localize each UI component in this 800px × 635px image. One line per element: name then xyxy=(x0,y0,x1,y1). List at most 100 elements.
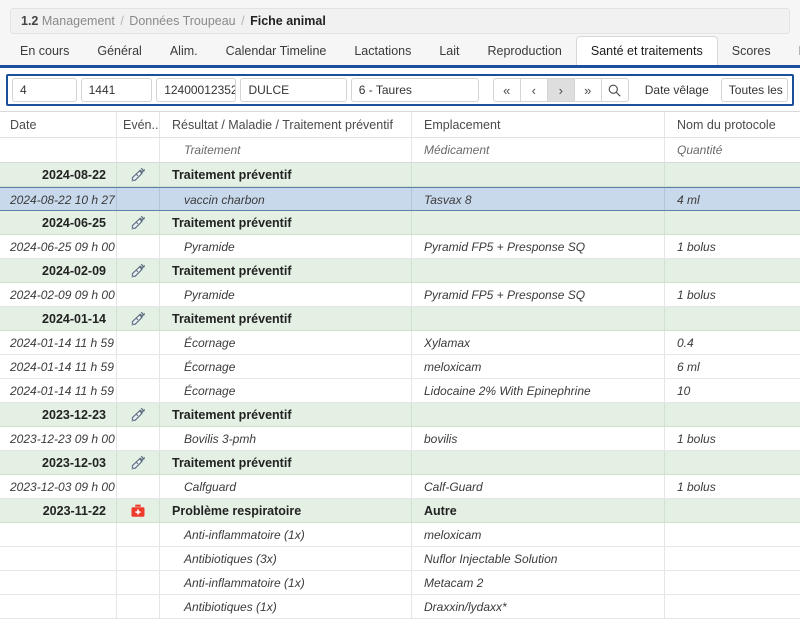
table-row[interactable]: 2024-01-14 11 h 59 Écornage meloxicam 6 ml xyxy=(0,355,800,379)
table-row[interactable]: 2024-01-14 11 h 59 Écornage Xylamax 0.4 xyxy=(0,331,800,355)
table-row[interactable]: 2023-12-23 Traitement préventif xyxy=(0,403,800,427)
row-quantity: 1 bolus xyxy=(677,432,716,446)
row-event-icon xyxy=(117,188,160,210)
tab-lactations[interactable]: Lactations xyxy=(340,37,425,65)
subheader-medicament: Médicament xyxy=(412,138,665,162)
row-treatment: Antibiotiques (1x) xyxy=(160,595,412,618)
tab-reproduction[interactable]: Reproduction xyxy=(474,37,576,65)
row-treatment: Pyramide xyxy=(160,235,412,258)
syringe-icon xyxy=(131,311,145,326)
column-header-emplacement[interactable]: Emplacement xyxy=(412,112,665,137)
row-treatment: Bovilis 3-pmh xyxy=(160,427,412,450)
table-row[interactable]: 2024-08-22 Traitement préventif xyxy=(0,163,800,187)
row-event-icon xyxy=(117,379,160,402)
table-row[interactable]: Anti-inflammatoire (1x) meloxicam xyxy=(0,523,800,547)
filter-select[interactable]: Toutes les xyxy=(720,78,788,102)
toolbar-wrapper: 4 1441 124000123529１0 DULCE 6 - Taures «… xyxy=(0,68,800,111)
row-protocol xyxy=(665,403,800,426)
row-treatment: vaccin charbon xyxy=(160,188,412,210)
breadcrumb-item-fiche-animal[interactable]: Fiche animal xyxy=(250,14,326,28)
breadcrumb-separator: / xyxy=(120,14,124,28)
column-header-date[interactable]: Date xyxy=(0,112,117,137)
row-date: 2024-08-22 10 h 27 xyxy=(0,188,117,210)
row-date xyxy=(0,571,117,594)
row-event-icon[interactable] xyxy=(117,163,160,186)
subheader-blank-event xyxy=(117,138,160,162)
table-header-row: Date Evén... Résultat / Maladie / Traite… xyxy=(0,112,800,138)
animal-number-input[interactable]: 4 xyxy=(12,78,77,102)
row-quantity: 6 ml xyxy=(677,360,700,374)
row-event-icon[interactable] xyxy=(117,307,160,330)
breadcrumb-number: 1.2 xyxy=(21,14,39,28)
tab-sante-et-traitements[interactable]: Santé et traitements xyxy=(575,36,718,65)
first-record-button[interactable]: « xyxy=(492,78,521,102)
table-row[interactable]: 2024-01-14 Traitement préventif xyxy=(0,307,800,331)
column-header-evenement[interactable]: Evén... xyxy=(117,112,160,137)
row-event-icon[interactable] xyxy=(117,451,160,474)
row-location xyxy=(412,307,665,330)
row-event-icon[interactable] xyxy=(117,403,160,426)
row-quantity xyxy=(665,547,800,570)
tab-lait[interactable]: Lait xyxy=(425,37,473,65)
table-row[interactable]: 2023-12-03 Traitement préventif xyxy=(0,451,800,475)
row-treatment: Calfguard xyxy=(160,475,412,498)
previous-record-button[interactable]: ‹ xyxy=(519,78,548,102)
table-row[interactable]: Antibiotiques (1x) Draxxin/lydaxx* xyxy=(0,595,800,619)
row-medication: Metacam 2 xyxy=(412,571,665,594)
last-record-button[interactable]: » xyxy=(573,78,602,102)
row-medication: Calf-Guard xyxy=(412,475,665,498)
row-protocol xyxy=(665,499,800,522)
table-row[interactable]: 2024-01-14 11 h 59 Écornage Lidocaine 2% W… xyxy=(0,379,800,403)
table-row[interactable]: 2023-11-22 Problème respiratoire Autre xyxy=(0,499,800,523)
row-result: Traitement préventif xyxy=(160,163,412,186)
column-header-resultat[interactable]: Résultat / Maladie / Traitement préventi… xyxy=(160,112,412,137)
tab-calendar-timeline[interactable]: Calendar Timeline xyxy=(212,37,341,65)
table-row[interactable]: 2024-02-09 Traitement préventif xyxy=(0,259,800,283)
breadcrumb-item-management[interactable]: Management xyxy=(42,14,115,28)
tab-alim[interactable]: Alim. xyxy=(156,37,212,65)
first-aid-kit-icon xyxy=(131,504,145,517)
row-treatment: Anti-inflammatoire (1x) xyxy=(160,571,412,594)
column-header-nom-du-protocole[interactable]: Nom du protocole xyxy=(665,112,800,137)
row-event-icon xyxy=(117,523,160,546)
breadcrumb-bar: 1.2 Management / Données Troupeau / Fich… xyxy=(0,0,800,38)
search-icon[interactable] xyxy=(600,78,629,102)
row-date xyxy=(0,595,117,618)
row-date: 2024-06-25 09 h 00 xyxy=(0,235,117,258)
row-medication: Lidocaine 2% With Epinephrine xyxy=(412,379,665,402)
row-medication: Tasvax 8 xyxy=(412,188,665,210)
table-row[interactable]: Anti-inflammatoire (1x) Metacam 2 xyxy=(0,571,800,595)
table-row[interactable]: 2024-02-09 09 h 00 Pyramide Pyramid FP5 + … xyxy=(0,283,800,307)
tab-mouvements[interactable]: Mouvements xyxy=(785,37,800,65)
row-quantity xyxy=(665,595,800,618)
table-row[interactable]: Antibiotiques (3x) Nuflor Injectable Solu… xyxy=(0,547,800,571)
row-event-icon[interactable] xyxy=(117,499,160,522)
row-treatment: Pyramide xyxy=(160,283,412,306)
row-result: Traitement préventif xyxy=(160,307,412,330)
row-protocol xyxy=(665,307,800,330)
animal-id-input[interactable]: 1441 xyxy=(80,78,153,102)
tab-en-cours[interactable]: En cours xyxy=(6,37,83,65)
table-row[interactable]: 2024-06-25 Traitement préventif xyxy=(0,211,800,235)
table-row[interactable]: 2023-12-23 09 h 00 Bovilis 3-pmh bovilis 1 … xyxy=(0,427,800,451)
next-record-button[interactable]: › xyxy=(546,78,575,102)
table-row[interactable]: 2024-06-25 09 h 00 Pyramide Pyramid FP5 + … xyxy=(0,235,800,259)
row-event-icon xyxy=(117,331,160,354)
row-result: Traitement préventif xyxy=(160,211,412,234)
row-protocol xyxy=(665,211,800,234)
row-event-icon[interactable] xyxy=(117,211,160,234)
animal-name-input[interactable]: DULCE xyxy=(240,78,347,102)
row-event-icon[interactable] xyxy=(117,259,160,282)
row-quantity: 1 bolus xyxy=(677,480,716,494)
animal-group-input[interactable]: 6 - Taures xyxy=(350,78,479,102)
tab-scores[interactable]: Scores xyxy=(718,37,785,65)
table-row[interactable]: 2024-08-22 10 h 27 vaccin charbon Tasvax 8… xyxy=(0,187,800,211)
official-tag-input[interactable]: 124000123529１0 xyxy=(156,78,237,102)
row-date: 2024-06-25 xyxy=(0,211,117,234)
row-location: Autre xyxy=(412,499,665,522)
tab-general[interactable]: Général xyxy=(83,37,155,65)
table-row[interactable]: 2023-12-03 09 h 00 Calfguard Calf-Guard 1 b… xyxy=(0,475,800,499)
record-navigation: « ‹ › » xyxy=(492,78,629,102)
subheader-blank-date xyxy=(0,138,117,162)
breadcrumb-item-donnees-troupeau[interactable]: Données Troupeau xyxy=(129,14,235,28)
